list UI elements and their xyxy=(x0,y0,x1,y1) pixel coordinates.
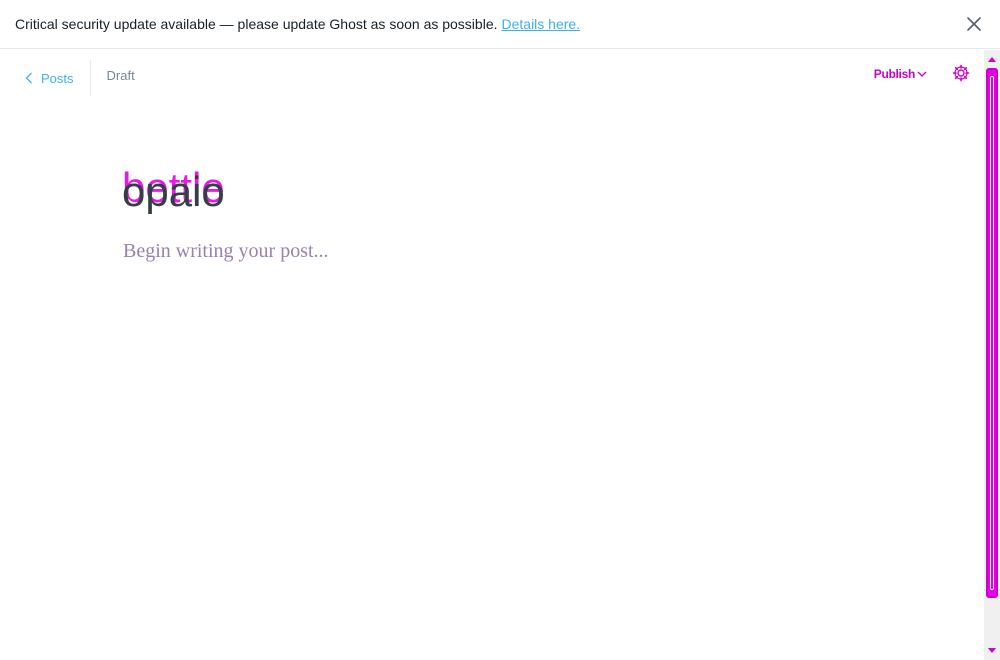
scrollbar-thumb[interactable] xyxy=(986,68,998,598)
publish-menu-button[interactable]: Publish xyxy=(874,67,927,81)
post-body-editor[interactable]: Begin writing your post... xyxy=(123,240,329,263)
publish-label: Publish xyxy=(873,67,916,81)
chevron-left-icon xyxy=(25,72,32,84)
scroll-up-arrow-icon[interactable] xyxy=(988,56,996,64)
post-title-input[interactable] xyxy=(122,170,522,214)
security-alert-banner: Critical security update available — ple… xyxy=(0,0,1000,49)
editor-header: Posts Draft Publish xyxy=(0,50,984,100)
post-status-label: Draft xyxy=(106,67,135,83)
back-to-posts-link[interactable]: Posts xyxy=(0,60,91,96)
scroll-down-arrow-icon[interactable] xyxy=(988,646,996,654)
post-title-area: bettle xyxy=(122,160,522,224)
alert-message: Critical security update available — ple… xyxy=(15,16,498,32)
scrollbar-thumb-grip xyxy=(990,76,994,590)
vertical-scrollbar[interactable] xyxy=(984,50,1000,660)
alert-details-link[interactable]: Details here. xyxy=(502,16,581,32)
back-link-label: Posts xyxy=(41,70,74,86)
chevron-down-icon xyxy=(917,71,927,77)
gear-icon[interactable] xyxy=(952,64,970,82)
close-icon[interactable] xyxy=(965,15,983,33)
